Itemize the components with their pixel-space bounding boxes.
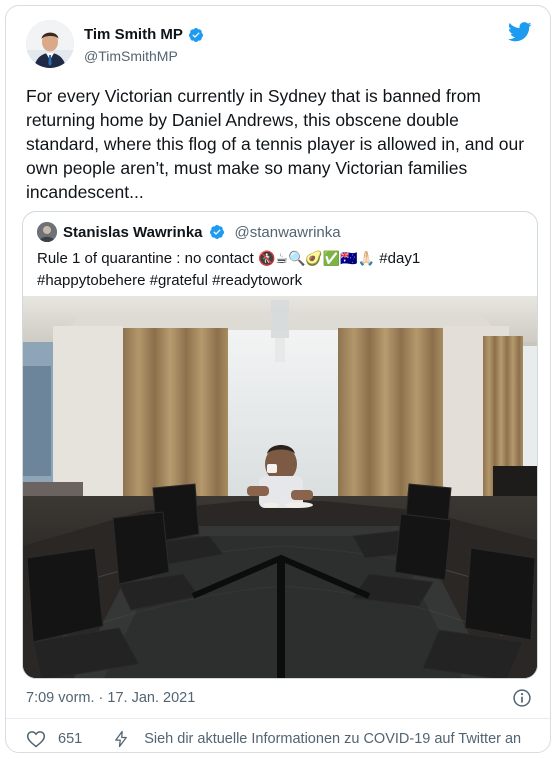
heart-icon — [26, 731, 46, 748]
like-count: 651 — [58, 731, 83, 747]
quoted-emojis: 🚷☕🔍🥑✅🇦🇺🙏🏻 — [257, 251, 376, 267]
twitter-logo-icon[interactable] — [508, 22, 532, 42]
covid-info-link[interactable]: Sieh dir aktuelle Informationen zu COVID… — [112, 729, 521, 749]
verified-badge-icon — [209, 225, 224, 239]
tweet-card: Tim Smith MP @TimSmithMP For every Victo… — [5, 5, 551, 753]
quoted-text: Rule 1 of quarantine : no contact 🚷☕🔍🥑✅🇦… — [37, 248, 527, 291]
tweet-actions: 651 Sieh dir aktuelle Informationen zu C… — [26, 729, 521, 749]
tweet-text: For every Victorian currently in Sydney … — [26, 86, 525, 202]
covid-info-text[interactable]: Sieh dir aktuelle Informationen zu COVID… — [144, 731, 521, 747]
verified-badge-icon — [188, 27, 203, 42]
author-name[interactable]: Tim Smith MP — [84, 26, 183, 43]
quoted-text-prefix: Rule 1 of quarantine : no contact — [37, 250, 258, 267]
tweet-timestamp[interactable]: 7:09 vorm. · 17. Jan. 2021 — [26, 690, 195, 706]
quoted-author-avatar — [37, 222, 57, 242]
divider — [6, 718, 550, 719]
quoted-header: Stanislas Wawrinka @stanwawrinka — [37, 222, 341, 242]
info-icon[interactable] — [512, 688, 532, 708]
like-button[interactable]: 651 — [26, 729, 82, 749]
lightning-icon — [115, 730, 128, 748]
quoted-tweet[interactable]: Stanislas Wawrinka @stanwawrinka Rule 1 … — [22, 211, 538, 679]
author-avatar[interactable] — [26, 20, 74, 68]
author-handle[interactable]: @TimSmithMP — [84, 48, 178, 64]
quoted-author-handle: @stanwawrinka — [234, 223, 341, 241]
quoted-author-name: Stanislas Wawrinka — [63, 223, 203, 241]
quoted-photo[interactable] — [23, 296, 538, 679]
author-name-row: Tim Smith MP — [84, 26, 204, 43]
